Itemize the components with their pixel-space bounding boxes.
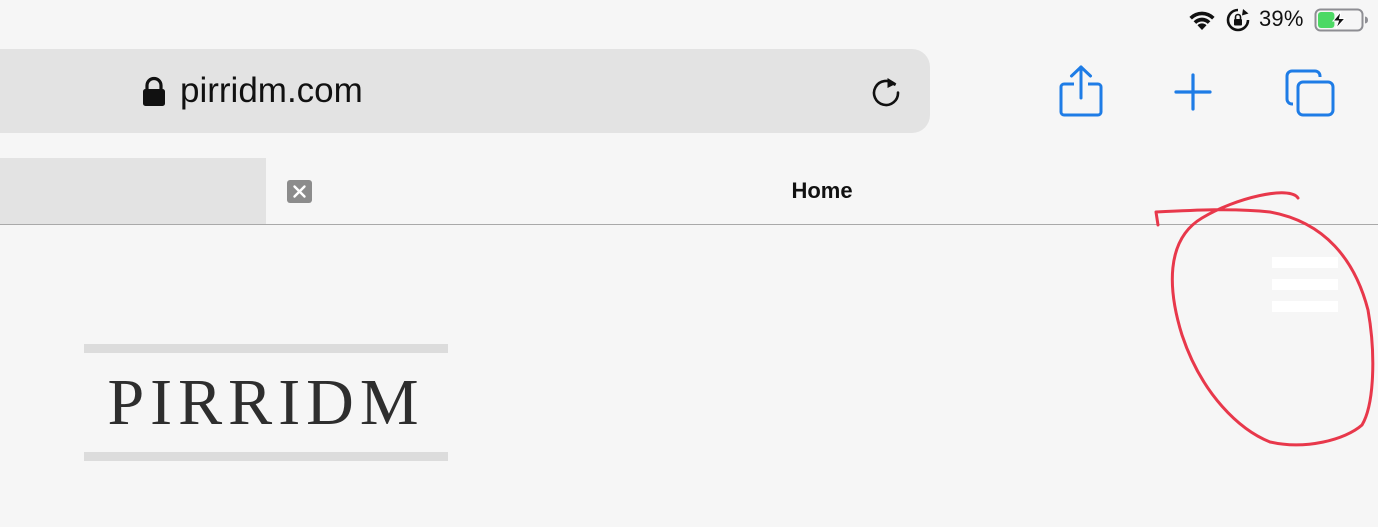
- wifi-icon: [1189, 11, 1215, 30]
- close-icon[interactable]: [287, 180, 312, 203]
- site-logo[interactable]: PIRRIDM: [84, 360, 448, 446]
- rotation-lock-icon: [1226, 8, 1250, 32]
- battery-percentage: 39%: [1259, 6, 1304, 31]
- plus-icon[interactable]: [1173, 72, 1213, 112]
- status-bar: 39%: [0, 0, 1378, 40]
- battery-icon: [1314, 8, 1368, 32]
- inactive-tab[interactable]: [0, 158, 266, 224]
- share-icon[interactable]: [1058, 64, 1104, 118]
- url-text[interactable]: pirridm.com: [180, 71, 363, 111]
- tab-title[interactable]: Home: [722, 178, 922, 204]
- tabs-icon[interactable]: [1284, 68, 1336, 118]
- logo-rule-bottom: [84, 452, 448, 461]
- logo-rule-top: [84, 344, 448, 353]
- reload-icon[interactable]: [868, 74, 904, 110]
- address-bar[interactable]: pirridm.com: [0, 49, 930, 133]
- lock-icon: [143, 76, 165, 106]
- red-circle-annotation: [1154, 191, 1375, 447]
- screen: 39% pirridm.com Home PIRRIDM: [0, 0, 1378, 527]
